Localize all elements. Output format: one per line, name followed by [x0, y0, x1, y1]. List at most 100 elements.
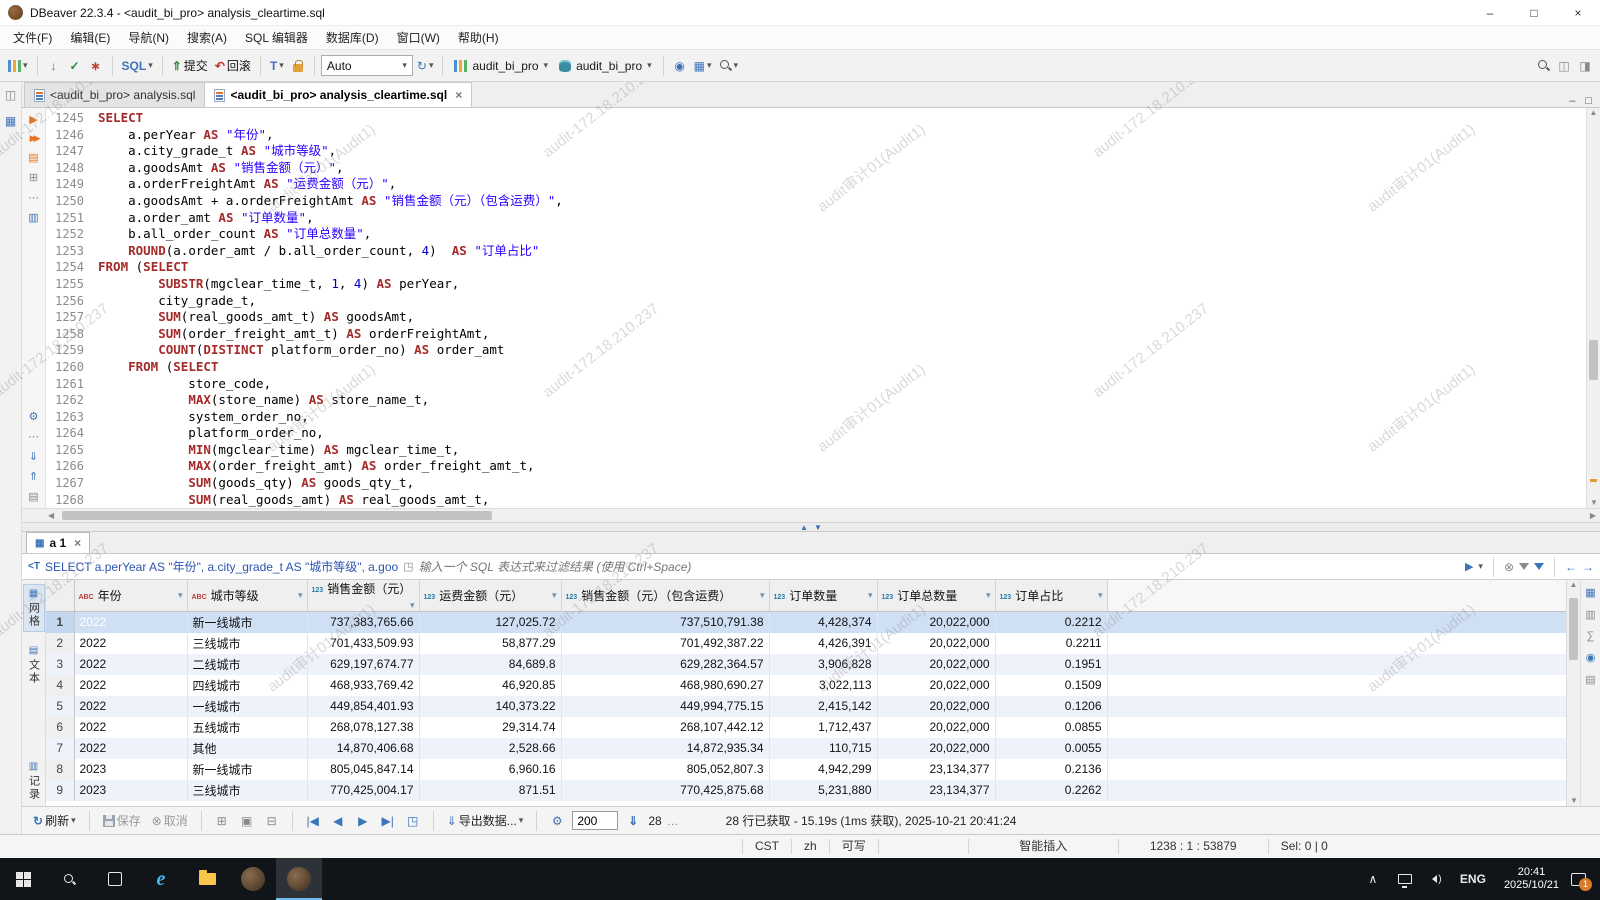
settings-gear-icon[interactable]: ⚙: [29, 410, 39, 423]
grid-cell[interactable]: 新一线城市: [187, 612, 307, 633]
editor-tab-0[interactable]: <audit_bi_pro> analysis.sql: [24, 82, 205, 107]
refresh-button[interactable]: ↻刷新▾: [30, 809, 79, 833]
grid-cell[interactable]: 805,045,847.14: [307, 759, 419, 780]
asterisk-icon[interactable]: ∗: [86, 54, 106, 78]
editor-results-splitter[interactable]: ▲ ▼: [22, 522, 1600, 532]
code-line[interactable]: 1260 FROM (SELECT: [46, 359, 1586, 376]
clear-filter-funnel-icon[interactable]: [1519, 563, 1529, 570]
grid-cell[interactable]: 0.1206: [995, 696, 1107, 717]
editor-layout-icon[interactable]: ◨: [1575, 54, 1595, 78]
grid-cell[interactable]: 14,872,935.34: [561, 738, 769, 759]
panel-metadata-icon[interactable]: ▤: [1585, 673, 1595, 686]
column-header-5[interactable]: 123订单数量▾: [769, 580, 877, 612]
scroll-up-icon[interactable]: ▲: [1570, 580, 1578, 589]
start-button[interactable]: [0, 858, 46, 900]
row-number[interactable]: 8: [46, 759, 74, 780]
results-view-tab-1[interactable]: ▤文本: [24, 642, 44, 688]
grid-cell[interactable]: 4,428,374: [769, 612, 877, 633]
minimize-editor-icon[interactable]: –: [1569, 95, 1575, 107]
grid-cell[interactable]: 127,025.72: [419, 612, 561, 633]
grid-cell[interactable]: 737,383,765.66: [307, 612, 419, 633]
first-row-icon[interactable]: |◀: [303, 809, 323, 833]
column-dropdown-icon[interactable]: ▾: [1098, 590, 1103, 601]
show-hidden-icons-chevron[interactable]: ∧: [1358, 858, 1388, 900]
layout-button[interactable]: ▦▾: [691, 54, 715, 78]
taskbar-clock[interactable]: 20:412025/10/21: [1494, 866, 1569, 892]
transaction-log-button[interactable]: T▾: [267, 54, 287, 78]
menu-item-1[interactable]: 编辑(E): [61, 26, 119, 49]
grid-cell[interactable]: 2023: [74, 759, 187, 780]
output-panel-icon[interactable]: ▥: [28, 211, 38, 224]
grid-cell[interactable]: 4,426,391: [769, 633, 877, 654]
grid-cell[interactable]: 468,933,769.42: [307, 675, 419, 696]
grid-cell[interactable]: 46,920.85: [419, 675, 561, 696]
export-data-button[interactable]: ⇓导出数据...▾: [444, 809, 527, 833]
column-header-1[interactable]: ABC城市等级▾: [187, 580, 307, 612]
grid-cell[interactable]: 二线城市: [187, 654, 307, 675]
code-line[interactable]: 1266 MAX(order_freight_amt) AS order_fre…: [46, 458, 1586, 475]
grid-cell[interactable]: 0.2212: [995, 612, 1107, 633]
sql-menu-button[interactable]: SQL▾: [119, 54, 156, 78]
scroll-right-icon[interactable]: ▶: [1590, 511, 1596, 520]
panel-calc-icon[interactable]: ∑: [1587, 630, 1595, 642]
panel-record-icon[interactable]: ▥: [1585, 608, 1595, 621]
column-dropdown-icon[interactable]: ▾: [410, 600, 415, 611]
execute-statement-icon[interactable]: ▶: [29, 113, 37, 126]
column-dropdown-icon[interactable]: ▾: [298, 590, 303, 601]
grid-cell[interactable]: 14,870,406.68: [307, 738, 419, 759]
grid-cell[interactable]: 20,022,000: [877, 738, 995, 759]
grid-cell[interactable]: 29,314.74: [419, 717, 561, 738]
grid-cell[interactable]: 629,197,674.77: [307, 654, 419, 675]
grid-cell[interactable]: 140,373.22: [419, 696, 561, 717]
grid-cell[interactable]: 2022: [74, 738, 187, 759]
grid-cell[interactable]: 737,510,791.38: [561, 612, 769, 633]
grid-cell[interactable]: 701,433,509.93: [307, 633, 419, 654]
scrollbar-thumb[interactable]: [1589, 340, 1598, 380]
grid-cell[interactable]: 770,425,004.17: [307, 780, 419, 801]
add-row-icon[interactable]: ⊞: [212, 809, 232, 833]
minimize-window-icon[interactable]: –: [1468, 0, 1512, 26]
restore-panel-icon[interactable]: ◫: [5, 88, 16, 102]
more-tools-icon[interactable]: ⋯: [28, 430, 39, 443]
grid-cell[interactable]: 871.51: [419, 780, 561, 801]
scroll-down-icon[interactable]: ▼: [1590, 498, 1598, 507]
grid-cell[interactable]: 4,942,299: [769, 759, 877, 780]
code-line[interactable]: 1249 a.orderFreightAmt AS "运费金额（元）",: [46, 176, 1586, 193]
log-panel-icon[interactable]: ▤: [28, 490, 38, 503]
row-number[interactable]: 2: [46, 633, 74, 654]
scroll-up-icon[interactable]: ▲: [1590, 108, 1598, 117]
explain-plan-icon[interactable]: ⊞: [29, 171, 38, 184]
transaction-mode-select[interactable]: Auto▾: [321, 55, 413, 76]
next-row-icon[interactable]: ▶: [353, 809, 373, 833]
maximize-window-icon[interactable]: □: [1512, 0, 1556, 26]
column-header-0[interactable]: ABC年份▾: [74, 580, 187, 612]
menu-item-2[interactable]: 导航(N): [119, 26, 178, 49]
code-line[interactable]: 1256 city_grade_t,: [46, 293, 1586, 310]
previous-row-icon[interactable]: ◀: [328, 809, 348, 833]
grid-cell[interactable]: 2022: [74, 633, 187, 654]
connection-select[interactable]: audit_bi_pro▾: [449, 54, 553, 78]
grid-cell[interactable]: 110,715: [769, 738, 877, 759]
panel-value-icon[interactable]: ◉: [1586, 651, 1596, 664]
grid-cell[interactable]: 2023: [74, 780, 187, 801]
maximize-editor-icon[interactable]: □: [1585, 95, 1592, 107]
grid-cell[interactable]: 268,107,442.12: [561, 717, 769, 738]
grid-cell[interactable]: 701,492,387.22: [561, 633, 769, 654]
column-header-3[interactable]: 123运费金额（元）▾: [419, 580, 561, 612]
input-language-indicator[interactable]: ENG: [1454, 858, 1492, 900]
dbeaver-taskbar-button[interactable]: [276, 858, 322, 900]
code-line[interactable]: 1255 SUBSTR(mgclear_time_t, 1, 4) AS per…: [46, 276, 1586, 293]
code-line[interactable]: 1245SELECT: [46, 110, 1586, 127]
erase-filter-icon[interactable]: ⊗: [1504, 560, 1514, 574]
execute-new-tab-icon[interactable]: ▤: [28, 151, 38, 164]
cancel-button[interactable]: ⊗取消: [149, 809, 191, 833]
network-icon[interactable]: [1390, 858, 1420, 900]
auto-refresh-button[interactable]: ↻▾: [414, 54, 437, 78]
status-insert-mode[interactable]: 智能插入: [968, 839, 1118, 854]
scroll-down-icon[interactable]: ▼: [1570, 796, 1578, 805]
compass-icon[interactable]: ◉: [670, 54, 690, 78]
code-line[interactable]: 1264 platform_order_no,: [46, 425, 1586, 442]
code-line[interactable]: 1262 MAX(store_name) AS store_name_t,: [46, 392, 1586, 409]
grid-cell[interactable]: 20,022,000: [877, 612, 995, 633]
menu-item-5[interactable]: 数据库(D): [317, 26, 388, 49]
